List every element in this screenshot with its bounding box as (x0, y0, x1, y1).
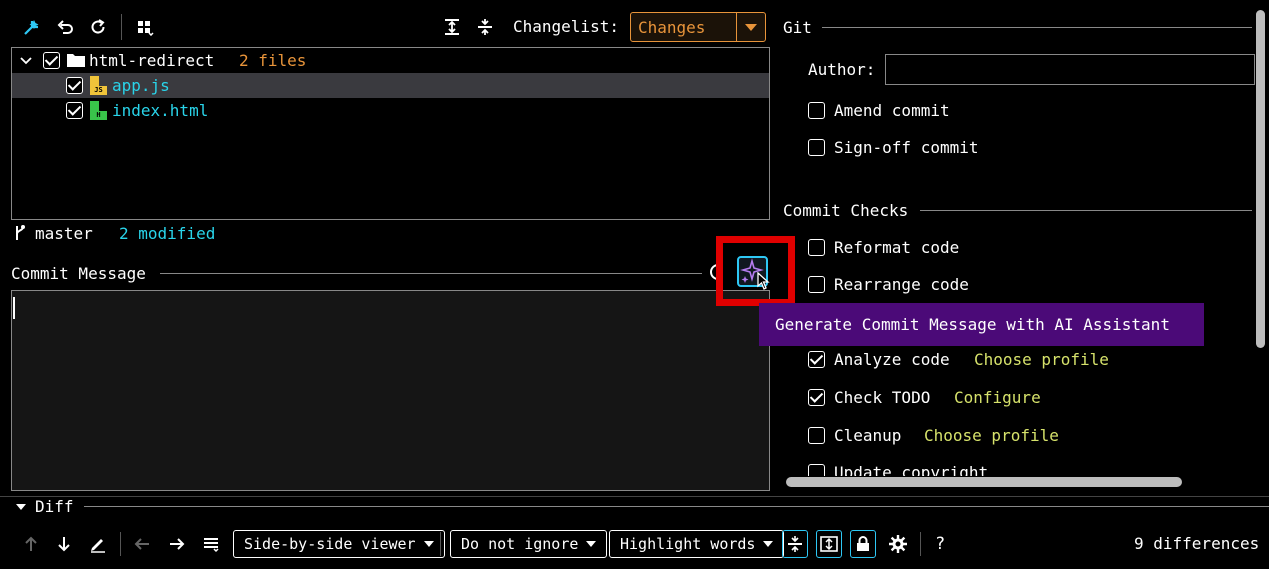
ai-generate-button[interactable] (737, 256, 770, 290)
author-input[interactable] (885, 54, 1255, 85)
commit-message-label: Commit Message (11, 264, 146, 283)
chevron-down-icon (737, 23, 765, 31)
root-checkbox[interactable] (43, 52, 60, 69)
check-todo-checkbox[interactable] (808, 389, 825, 406)
arrow-right-icon[interactable] (166, 532, 188, 556)
amend-commit-label[interactable]: Amend commit (834, 101, 950, 120)
sign-off-commit-label[interactable]: Sign-off commit (834, 138, 979, 157)
html-file-icon: H (90, 101, 107, 120)
rearrange-code-label[interactable]: Rearrange code (834, 275, 969, 294)
ignore-whitespace-select[interactable]: Do not ignore (450, 530, 608, 558)
group-by-icon[interactable] (133, 15, 157, 39)
changelist-select[interactable]: Changes (630, 12, 766, 42)
analyze-code-checkbox[interactable] (808, 351, 825, 368)
author-label: Author: (808, 60, 876, 79)
diff-section-label[interactable]: Diff (35, 497, 74, 516)
rearrange-code-checkbox[interactable] (808, 276, 825, 293)
tree-row-file[interactable]: H index.html (12, 98, 769, 123)
collapse-all-icon[interactable] (473, 15, 497, 39)
sign-off-commit-checkbox[interactable] (808, 139, 825, 156)
cleanup-label[interactable]: Cleanup (834, 426, 901, 445)
tree-row-file[interactable]: JS app.js (12, 73, 769, 98)
text-cursor (13, 297, 15, 319)
branch-name[interactable]: master (35, 224, 93, 243)
highlight-mode-select[interactable]: Highlight words (609, 530, 785, 558)
root-file-count: 2 files (239, 51, 307, 70)
commit-sparkle-icon[interactable] (20, 15, 44, 39)
collapse-unchanged-icon[interactable] (782, 530, 808, 558)
todo-configure-link[interactable]: Configure (954, 388, 1041, 407)
js-file-icon: JS (90, 76, 107, 95)
amend-commit-checkbox[interactable] (808, 102, 825, 119)
file-name: index.html (112, 101, 209, 120)
viewer-mode-select[interactable]: Side-by-side viewer (233, 530, 445, 558)
update-copyright-checkbox[interactable] (808, 464, 825, 476)
edit-icon[interactable] (87, 532, 109, 556)
arrow-up-icon[interactable] (20, 532, 42, 556)
arrow-down-icon[interactable] (53, 532, 75, 556)
help-button[interactable]: ? (935, 534, 945, 554)
cleanup-choose-profile-link[interactable]: Choose profile (924, 426, 1059, 445)
folder-icon (67, 54, 85, 67)
tree-row-root[interactable]: html-redirect 2 files (12, 48, 769, 73)
horizontal-scrollbar[interactable] (786, 477, 1182, 487)
changelist-value: Changes (638, 17, 706, 37)
git-section-title: Git (783, 18, 812, 37)
chevron-down-icon (763, 541, 774, 547)
root-folder-name: html-redirect (89, 51, 215, 70)
reformat-code-label[interactable]: Reformat code (834, 238, 959, 257)
chevron-down-icon (586, 541, 597, 547)
chevron-down-icon[interactable] (20, 56, 32, 66)
update-copyright-label[interactable]: Update copyright (834, 463, 988, 476)
arrow-left-icon[interactable] (131, 532, 153, 556)
chevron-down-icon (423, 541, 434, 547)
undo-icon[interactable] (54, 15, 78, 39)
gear-icon[interactable] (886, 532, 910, 556)
file-name: app.js (112, 76, 170, 95)
lock-icon[interactable] (850, 530, 876, 558)
commit-message-input[interactable] (11, 290, 770, 491)
list-icon[interactable] (200, 532, 222, 556)
analyze-code-label[interactable]: Analyze code (834, 350, 950, 369)
expand-all-icon[interactable] (440, 15, 464, 39)
reformat-code-checkbox[interactable] (808, 239, 825, 256)
changes-tree: html-redirect 2 files JS app.js H index.… (11, 47, 770, 220)
ai-tooltip: Generate Commit Message with AI Assistan… (759, 303, 1204, 346)
branch-icon (16, 225, 25, 240)
changelist-label: Changelist: (513, 17, 619, 36)
differences-count: 9 differences (1134, 534, 1260, 553)
file-checkbox[interactable] (66, 77, 83, 94)
modified-count[interactable]: 2 modified (119, 224, 215, 243)
chevron-down-icon[interactable] (15, 503, 27, 511)
refresh-icon[interactable] (86, 15, 110, 39)
commit-checks-title: Commit Checks (783, 201, 909, 220)
vertical-scrollbar[interactable] (1256, 10, 1265, 348)
sync-scroll-icon[interactable] (816, 530, 842, 558)
cleanup-checkbox[interactable] (808, 427, 825, 444)
mouse-cursor-icon (757, 272, 770, 290)
check-todo-label[interactable]: Check TODO (834, 388, 930, 407)
analyze-choose-profile-link[interactable]: Choose profile (974, 350, 1109, 369)
file-checkbox[interactable] (66, 102, 83, 119)
